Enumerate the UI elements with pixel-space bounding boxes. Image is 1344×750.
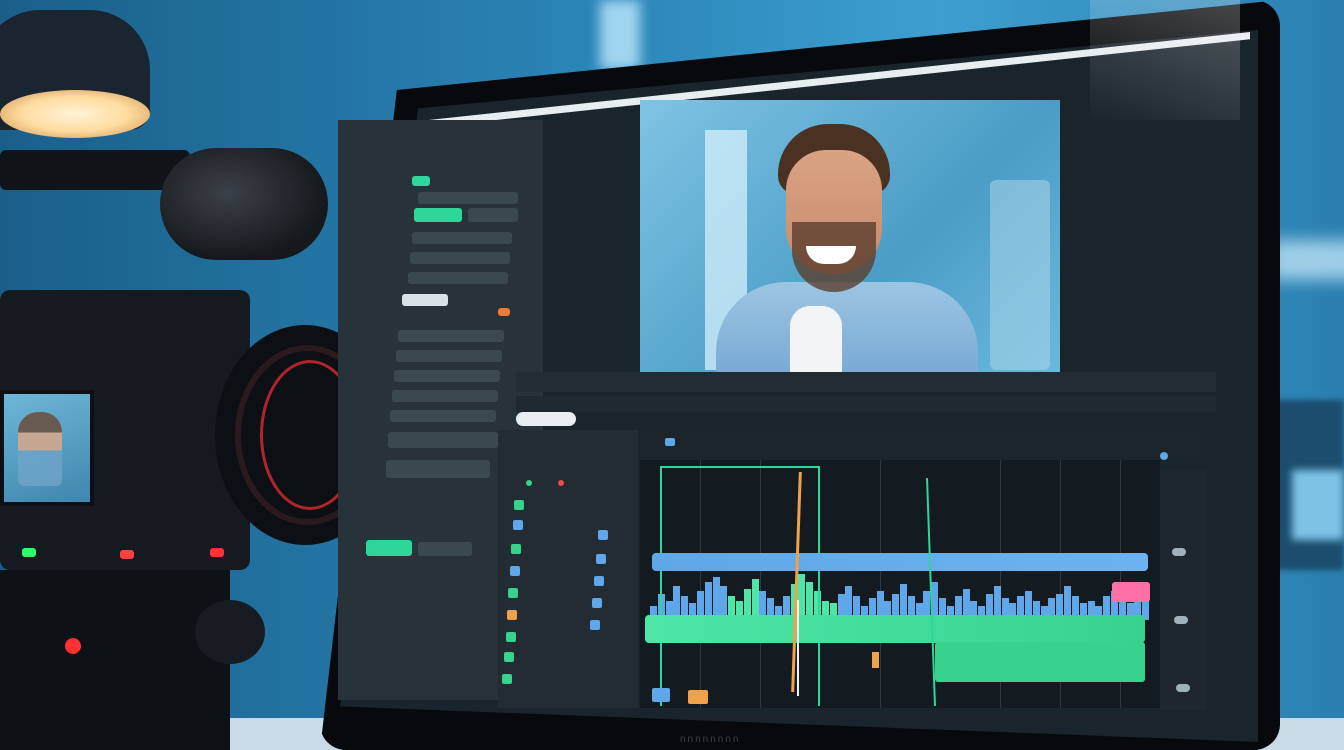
panel-row[interactable] (408, 272, 508, 284)
panel-active-item[interactable] (414, 208, 462, 222)
preview-subject-shirt (716, 282, 978, 374)
track-toggle[interactable] (596, 554, 606, 564)
audio-clip-green-lower[interactable] (935, 642, 1145, 682)
panel-row[interactable] (468, 208, 518, 222)
scroll-knob[interactable] (1174, 616, 1188, 624)
scroll-knob[interactable] (1176, 684, 1190, 692)
track-toggle[interactable] (590, 620, 600, 630)
track-icon[interactable] (510, 566, 520, 576)
panel-row[interactable] (418, 192, 518, 204)
tripod-knob (195, 600, 265, 664)
timeline-marker-orange[interactable] (872, 652, 879, 668)
record-indicator-red[interactable] (558, 480, 564, 486)
panel-row[interactable] (396, 350, 502, 362)
track-toggle[interactable] (594, 576, 604, 586)
timeline-header-dot-icon[interactable] (1160, 452, 1168, 460)
track-icon[interactable] (511, 544, 521, 554)
track-icon[interactable] (507, 610, 517, 620)
preview-background-shelf (990, 180, 1050, 370)
panel-row[interactable] (410, 252, 510, 264)
camera-status-led-green (22, 548, 36, 557)
background-light-strip (600, 0, 640, 70)
background-secondary-screen (1292, 470, 1344, 540)
camera-top-handle (0, 150, 190, 190)
lamp-bulb (0, 90, 150, 138)
background-window-glow (1270, 240, 1344, 280)
timeline-footer-orange-button[interactable] (688, 690, 708, 704)
audio-clip-green[interactable] (645, 615, 1145, 643)
video-clip-blue[interactable] (652, 553, 1148, 571)
panel-orange-marker (498, 308, 510, 316)
panel-row[interactable] (398, 330, 504, 342)
panel-selected-item[interactable] (402, 294, 448, 306)
panel-row[interactable] (390, 410, 496, 422)
track-icon[interactable] (506, 632, 516, 642)
track-icon[interactable] (502, 674, 512, 684)
panel-row[interactable] (412, 232, 512, 244)
track-toggle[interactable] (598, 530, 608, 540)
camera-screen-subject (18, 412, 62, 486)
track-toggle[interactable] (592, 598, 602, 608)
timeline-right-scroller[interactable] (1160, 470, 1206, 710)
monitor-brand: nnnnnnnn (680, 734, 741, 745)
preview-subject-tshirt (790, 306, 842, 374)
transport-bar (516, 372, 1216, 392)
timeline-footer-blue-button[interactable] (652, 688, 670, 702)
panel-green-button[interactable] (366, 540, 412, 556)
camera-status-led-red (210, 548, 224, 557)
playhead[interactable] (797, 600, 799, 696)
camera-status-led-red (120, 550, 134, 559)
track-icon[interactable] (504, 652, 514, 662)
panel-row[interactable] (418, 542, 472, 556)
timeline-header-blue-icon[interactable] (665, 438, 675, 446)
timeline-search-pill[interactable] (516, 412, 576, 426)
panel-accent-tag[interactable] (412, 176, 430, 186)
track-icon[interactable] (508, 588, 518, 598)
track-icon[interactable] (513, 520, 523, 530)
panel-row[interactable] (388, 432, 498, 448)
track-list (498, 430, 638, 708)
panel-row[interactable] (394, 370, 500, 382)
video-clip-pink[interactable] (1112, 582, 1150, 602)
timeline-header (640, 432, 1200, 458)
track-icon[interactable] (514, 500, 524, 510)
panel-row[interactable] (392, 390, 498, 402)
tripod-record-led (65, 638, 81, 654)
microphone-icon (160, 148, 328, 260)
camera-tripod (0, 570, 230, 750)
scroll-knob[interactable] (1172, 548, 1186, 556)
record-indicator-green[interactable] (526, 480, 532, 486)
timeline-toolbar (516, 396, 1216, 412)
panel-row[interactable] (386, 460, 490, 478)
